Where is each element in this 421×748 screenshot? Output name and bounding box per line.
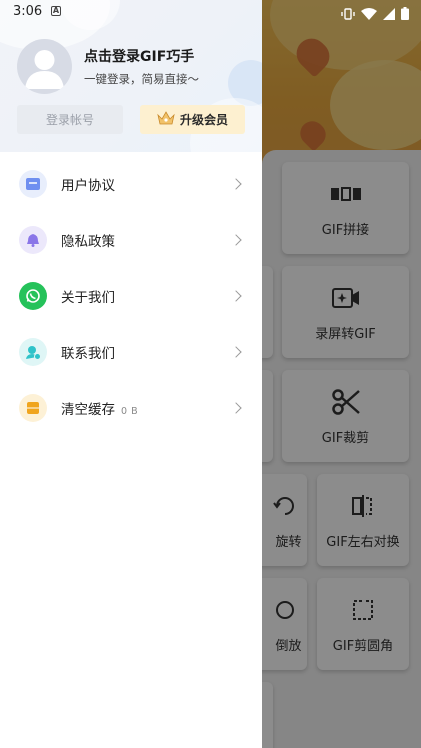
user-name[interactable]: 点击登录GIF巧手 — [84, 46, 194, 66]
cache-size: 0 B — [121, 406, 139, 417]
menu-item-user-agreement[interactable]: 用户协议 — [0, 156, 262, 212]
notification-a-icon: A — [51, 6, 61, 16]
chevron-right-icon — [230, 346, 242, 358]
menu-item-privacy-policy[interactable]: 隐私政策 — [0, 212, 262, 268]
menu-item-label: 用户协议 — [61, 178, 115, 194]
chevron-right-icon — [230, 234, 242, 246]
menu-item-label: 清空缓存 0 B — [61, 398, 138, 418]
menu-item-label: 隐私政策 — [61, 234, 115, 250]
menu-item-about-us[interactable]: 关于我们 — [0, 268, 262, 324]
chevron-right-icon — [230, 290, 242, 302]
document-icon — [19, 170, 47, 198]
whatsapp-icon — [19, 282, 47, 310]
login-button-label: 登录帐号 — [45, 113, 94, 127]
bell-icon — [19, 226, 47, 254]
avatar[interactable] — [17, 39, 72, 94]
trash-icon — [19, 394, 47, 422]
menu-item-label-text: 清空缓存 — [61, 402, 115, 418]
upgrade-vip-button[interactable]: 升级会员 — [140, 105, 245, 134]
status-time: 3:06 — [13, 4, 43, 19]
menu-item-clear-cache[interactable]: 清空缓存 0 B — [0, 380, 262, 436]
navigation-drawer: 点击登录GIF巧手 一键登录，简易直接～ 登录帐号 升级会员 用户协议 隐私政策… — [0, 0, 262, 748]
status-icons — [341, 5, 409, 24]
upgrade-vip-label: 升级会员 — [179, 113, 228, 127]
crown-icon — [157, 110, 175, 129]
signal-icon — [383, 5, 395, 24]
menu-item-label: 联系我们 — [61, 346, 115, 362]
vibrate-icon — [341, 5, 355, 24]
menu-item-contact-us[interactable]: 联系我们 — [0, 324, 262, 380]
menu-item-label: 关于我们 — [61, 290, 115, 306]
user-subtitle: 一键登录，简易直接～ — [84, 72, 199, 86]
status-bar: 3:06 A — [0, 0, 421, 24]
battery-icon — [401, 5, 409, 24]
chevron-right-icon — [230, 178, 242, 190]
drawer-menu: 用户协议 隐私政策 关于我们 联系我们 清空缓存 0 B — [0, 156, 262, 436]
contact-icon — [19, 338, 47, 366]
wifi-icon — [361, 5, 377, 24]
login-button[interactable]: 登录帐号 — [17, 105, 123, 134]
chevron-right-icon — [230, 402, 242, 414]
